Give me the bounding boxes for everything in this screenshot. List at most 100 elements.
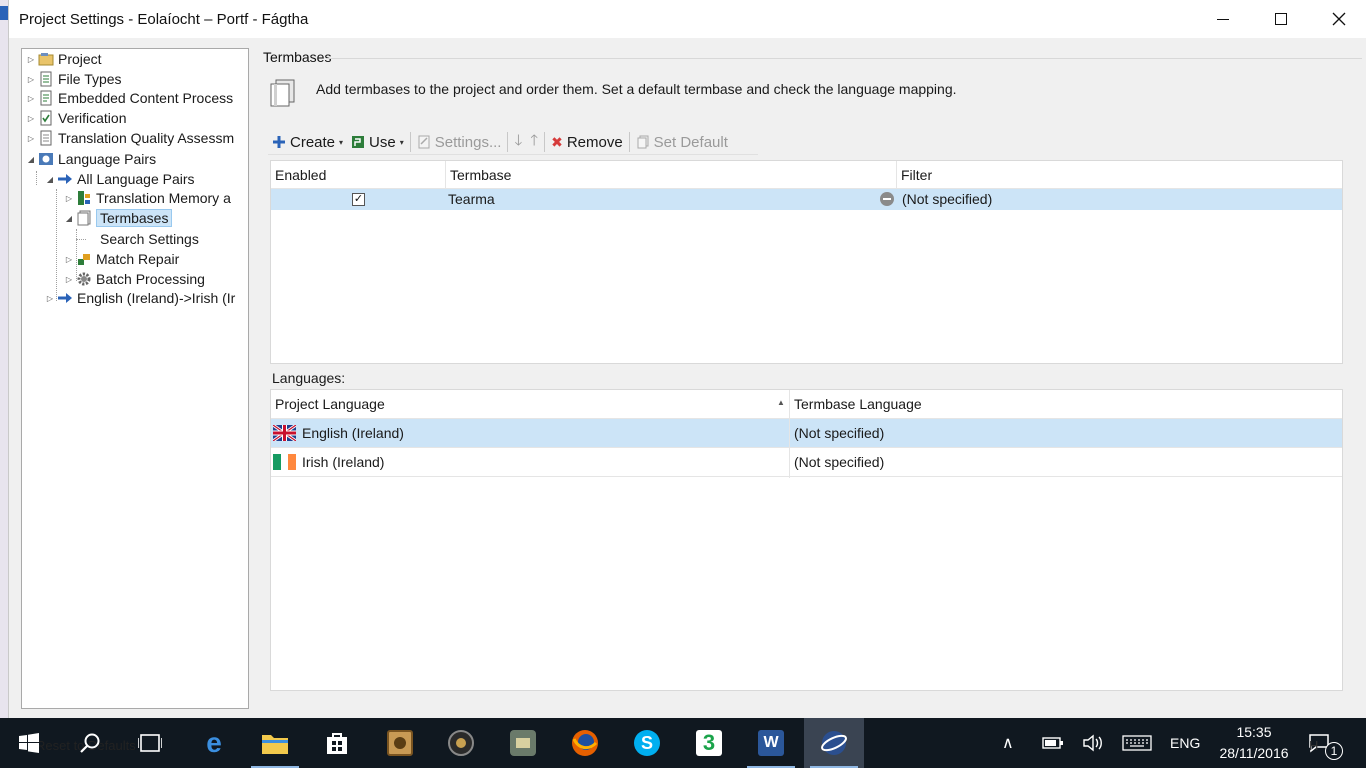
expander-icon[interactable]: ▷ bbox=[64, 275, 74, 284]
file-types-icon bbox=[38, 71, 54, 87]
column-header-project-language[interactable]: Project Language bbox=[271, 390, 790, 419]
tree-item-label: Termbases bbox=[96, 209, 173, 227]
toolbar-separator bbox=[544, 132, 546, 152]
filter-clear-icon[interactable] bbox=[880, 192, 894, 206]
use-button[interactable]: Use ▾ bbox=[347, 130, 408, 154]
tree-item-tqa[interactable]: ▷ Translation Quality Assessm bbox=[26, 128, 234, 148]
create-button[interactable]: Create ▾ bbox=[268, 130, 347, 154]
clock-date: 28/11/2016 bbox=[1219, 745, 1289, 761]
column-header-termbase-language[interactable]: Termbase Language bbox=[790, 390, 1343, 419]
filter-value[interactable]: (Not specified) bbox=[902, 189, 992, 210]
expander-icon[interactable]: ▷ bbox=[26, 134, 36, 143]
background-window-edge bbox=[0, 0, 8, 718]
project-language: English (Ireland) bbox=[302, 425, 404, 441]
tree-item-label: Batch Processing bbox=[96, 271, 205, 287]
expander-icon[interactable]: ▷ bbox=[26, 94, 36, 103]
table-row[interactable]: Irish (Ireland) (Not specified) bbox=[271, 448, 1342, 477]
touch-keyboard-button[interactable] bbox=[1122, 718, 1152, 768]
section-divider bbox=[326, 58, 1362, 59]
tree-item-search-settings[interactable]: Search Settings bbox=[88, 229, 199, 249]
translation-memory-icon bbox=[76, 190, 92, 206]
skype-icon: S bbox=[634, 730, 660, 756]
tree-item-label: Project bbox=[58, 51, 102, 67]
battery-button[interactable] bbox=[1042, 718, 1064, 768]
expander-icon[interactable]: ▷ bbox=[64, 255, 74, 264]
tree-item-all-language-pairs[interactable]: ◢ All Language Pairs bbox=[45, 169, 195, 189]
clock[interactable]: 15:35 28/11/2016 bbox=[1208, 722, 1300, 764]
project-settings-window: Project Settings - Eolaíocht – Portf - F… bbox=[0, 0, 1366, 718]
input-language-button[interactable]: ENG bbox=[1170, 718, 1200, 768]
table-row[interactable]: English (Ireland) (Not specified) bbox=[271, 419, 1342, 448]
action-center-button[interactable]: H 1 bbox=[1307, 718, 1343, 768]
tree-item-batch-processing[interactable]: ▷ Batch Processing bbox=[64, 269, 205, 289]
remove-button[interactable]: ✖ Remove bbox=[547, 130, 627, 154]
taskbar-edge[interactable]: e bbox=[184, 718, 244, 768]
taskbar-app-1[interactable] bbox=[370, 718, 430, 768]
use-label: Use bbox=[369, 133, 396, 151]
windows-start-icon bbox=[19, 733, 39, 753]
tree-item-translation-memory[interactable]: ▷ Translation Memory a bbox=[64, 188, 231, 208]
taskbar-app-3[interactable]: 3 bbox=[679, 718, 739, 768]
taskbar-word[interactable]: W bbox=[741, 718, 801, 768]
expander-icon[interactable]: ▷ bbox=[26, 75, 36, 84]
table-row[interactable]: ✓ Tearma (Not specified) bbox=[271, 189, 1342, 210]
tree-item-embedded-content[interactable]: ▷ Embedded Content Process bbox=[26, 88, 233, 108]
search-button[interactable] bbox=[60, 718, 120, 768]
column-header-filter[interactable]: Filter bbox=[897, 161, 1343, 189]
expander-icon[interactable]: ◢ bbox=[26, 155, 36, 164]
termbase-language[interactable]: (Not specified) bbox=[794, 419, 884, 448]
tree-item-verification[interactable]: ▷ Verification bbox=[26, 108, 127, 128]
column-header-enabled[interactable]: Enabled bbox=[271, 161, 446, 189]
tree-item-language-pairs[interactable]: ◢ Language Pairs bbox=[26, 149, 156, 169]
tray-overflow-button[interactable]: ∧ bbox=[1002, 718, 1014, 768]
settings-button[interactable]: Settings... bbox=[413, 130, 506, 154]
enabled-checkbox[interactable]: ✓ bbox=[352, 193, 365, 206]
tree-item-english-irish[interactable]: ▷ English (Ireland)->Irish (Ir bbox=[45, 288, 235, 308]
language-grid: Project Language ▲ Termbase Language Eng… bbox=[270, 389, 1343, 691]
expander-icon[interactable]: ▷ bbox=[26, 114, 36, 123]
taskbar-firefox[interactable] bbox=[555, 718, 615, 768]
tree-item-project[interactable]: ▷ Project bbox=[26, 49, 102, 69]
volume-button[interactable] bbox=[1082, 718, 1104, 768]
expander-icon[interactable]: ◢ bbox=[45, 175, 55, 184]
taskbar-store[interactable] bbox=[307, 718, 367, 768]
taskbar-studio-app[interactable] bbox=[804, 718, 864, 768]
taskbar-skype[interactable]: S bbox=[617, 718, 677, 768]
set-default-button[interactable]: Set Default bbox=[632, 130, 732, 154]
arrow-icon bbox=[57, 290, 73, 306]
minimize-button[interactable] bbox=[1194, 0, 1252, 38]
termbase-language[interactable]: (Not specified) bbox=[794, 448, 884, 477]
tree-item-match-repair[interactable]: ▷ Match Repair bbox=[64, 249, 179, 269]
start-button[interactable] bbox=[0, 718, 58, 768]
sort-ascending-icon: ▲ bbox=[777, 398, 785, 407]
expander-icon[interactable]: ▷ bbox=[45, 294, 55, 303]
battery-icon bbox=[1042, 737, 1063, 749]
column-header-termbase[interactable]: Termbase bbox=[446, 161, 897, 189]
expander-icon[interactable]: ◢ bbox=[64, 214, 74, 223]
taskbar-speaker-app[interactable] bbox=[431, 718, 491, 768]
file-explorer-icon bbox=[262, 735, 288, 754]
dialog-client-area: ▷ Project ▷ File Types ▷ Embedded Conten… bbox=[8, 38, 1366, 718]
task-view-button[interactable] bbox=[120, 718, 180, 768]
toolbar-separator bbox=[409, 132, 411, 152]
move-up-button[interactable]: 🡑 bbox=[526, 130, 542, 154]
match-repair-icon bbox=[76, 251, 92, 267]
tree-item-label: Language Pairs bbox=[58, 151, 157, 167]
arrow-icon bbox=[57, 171, 73, 187]
tree-item-label: Verification bbox=[58, 110, 127, 126]
taskbar-file-explorer[interactable] bbox=[245, 718, 305, 768]
close-button[interactable] bbox=[1310, 0, 1366, 38]
maximize-button[interactable] bbox=[1252, 0, 1310, 38]
move-down-button[interactable]: 🡓 bbox=[510, 130, 526, 154]
set-default-label: Set Default bbox=[653, 133, 728, 151]
toolbar-separator bbox=[628, 132, 630, 152]
language-grid-header: Project Language ▲ Termbase Language bbox=[271, 390, 1342, 419]
tree-item-file-types[interactable]: ▷ File Types bbox=[26, 69, 122, 89]
tree-item-termbases[interactable]: ◢ Termbases bbox=[64, 208, 173, 228]
taskbar-app-2[interactable] bbox=[493, 718, 553, 768]
toolbar-separator bbox=[507, 132, 509, 152]
expander-icon[interactable]: ▷ bbox=[64, 194, 74, 203]
use-termbase-icon bbox=[351, 135, 365, 149]
expander-icon[interactable]: ▷ bbox=[26, 55, 36, 64]
minimize-icon bbox=[1217, 18, 1229, 20]
